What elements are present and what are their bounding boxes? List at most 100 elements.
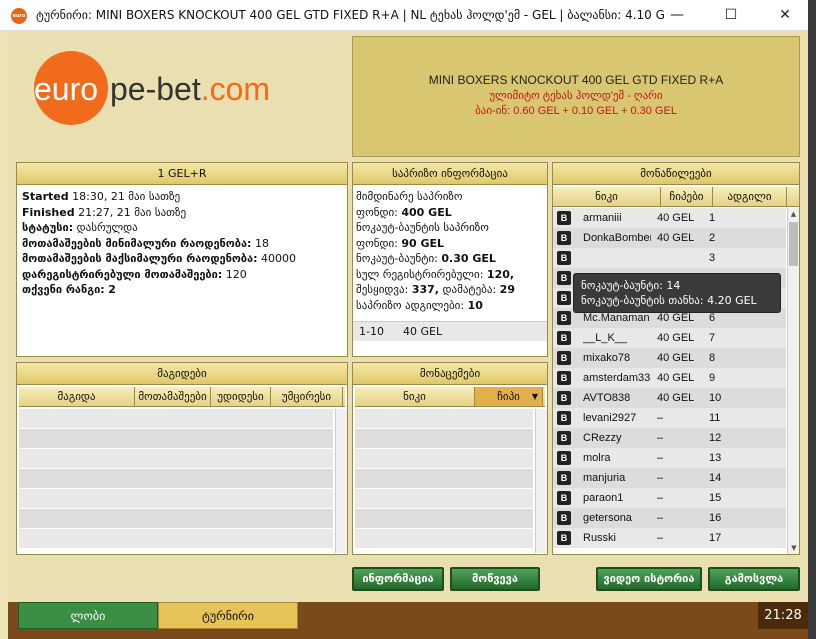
player-place: 17 — [709, 532, 722, 544]
close-button[interactable]: ✕ — [762, 0, 808, 31]
col-table-header[interactable]: მაგიდა — [19, 387, 135, 406]
rebuys-value: 337, — [411, 283, 439, 296]
col-name-header[interactable]: ნიკი — [553, 187, 661, 206]
tab-tournament[interactable]: ტურნირი — [158, 602, 298, 629]
col-chips-header[interactable]: ჩიპები — [661, 187, 713, 206]
player-row[interactable]: Barmaniii 40 GEL 1 — [553, 208, 786, 228]
col-nick-header[interactable]: ნიკი — [355, 387, 475, 406]
player-chips: 40 GEL — [657, 392, 695, 404]
bounty-badge-icon[interactable]: B — [557, 251, 571, 265]
col-largest-header[interactable]: უდიდესი — [211, 387, 271, 406]
player-place: 6 — [709, 312, 716, 324]
paid-places-label: საპრიზო ადგილები: — [356, 298, 465, 312]
player-row[interactable]: B CRezzy – 12 — [553, 428, 786, 448]
bounty-badge-icon[interactable]: B — [557, 211, 571, 225]
col-smallest-header[interactable]: უმცირესი — [271, 387, 343, 406]
player-chips: – — [657, 512, 664, 524]
player-chips: 40 GEL — [657, 232, 695, 244]
exit-button[interactable]: გამოსვლა — [708, 567, 800, 591]
knockout-bounty-value: 0.30 GEL — [441, 252, 496, 265]
player-row[interactable]: Bamsterdam333 40 GEL 9 — [553, 368, 786, 388]
prize-range: 1-10 — [359, 325, 384, 338]
competitors-panel: მონაცემები ნიკი ჩიპი ▼ — [352, 362, 548, 555]
bounty-badge-icon[interactable]: B — [557, 291, 571, 305]
player-row[interactable]: B Russki – 17 — [553, 528, 786, 548]
bounty-badge-icon[interactable]: B — [557, 331, 571, 345]
tables-header: მაგიდა მოთამაშეები უდიდესი უმცირესი — [19, 387, 345, 407]
player-row[interactable]: B3 — [553, 248, 786, 268]
registered-label: დარეგისტრირებული მოთამაშეები: — [22, 267, 223, 281]
invite-button[interactable]: მოწვევა — [450, 567, 540, 591]
player-name: amsterdam333 — [583, 372, 651, 384]
knockout-fund-label: ნოკაუტ-ბაუნტის საპრიზო — [356, 221, 489, 234]
tab-lobby[interactable]: ლობი — [18, 602, 158, 629]
panel-title: მონაწილეები — [553, 163, 799, 185]
player-chips: 40 GEL — [657, 312, 695, 324]
col-place-header[interactable]: ადგილი — [713, 187, 787, 206]
bounty-badge-icon[interactable]: B — [557, 431, 571, 445]
player-row[interactable]: Bmolra – 13 — [553, 448, 786, 468]
player-place: 16 — [709, 512, 722, 524]
players-scrollbar[interactable]: ▲ ▼ — [787, 208, 799, 554]
logo-brand-text: pe-bet.com — [110, 71, 270, 108]
bounty-badge-icon[interactable]: B — [557, 351, 571, 365]
bounty-badge-icon[interactable]: B — [557, 491, 571, 505]
player-name: __L_K__ — [583, 332, 628, 344]
player-name: Mc.Manaman — [583, 312, 650, 324]
rebuys-label: შესყიდვა: — [356, 283, 409, 296]
player-place: 12 — [709, 432, 722, 444]
player-row[interactable]: Bmanjuria – 14 — [553, 468, 786, 488]
bounty-badge-icon[interactable]: B — [557, 391, 571, 405]
tooltip-bounty-count: ნოკაუტ-ბაუნტი: 14 — [581, 279, 681, 292]
scroll-up-icon[interactable]: ▲ — [788, 208, 799, 220]
col-chip-label: ჩიპი — [497, 390, 520, 403]
logo-domain: .com — [200, 71, 271, 107]
player-row[interactable]: Bgetersona – 16 — [553, 508, 786, 528]
player-row[interactable]: Bmixako78 40 GEL 8 — [553, 348, 786, 368]
panel-title: 1 GEL+R — [17, 163, 347, 185]
player-chips: – — [657, 412, 664, 424]
player-row[interactable]: Blevani2927 – 11 — [553, 408, 786, 428]
prize-info-panel: საპრიზო ინფორმაცია მიმდინარე საპრიზო ფონ… — [352, 162, 548, 357]
player-chips: 40 GEL — [657, 212, 695, 224]
bounty-badge-icon[interactable]: B — [557, 471, 571, 485]
bounty-badge-icon[interactable]: B — [557, 271, 571, 285]
competitors-grid — [355, 409, 533, 553]
player-name: Russki — [583, 532, 617, 544]
player-row[interactable]: B __L_K__ 40 GEL 7 — [553, 328, 786, 348]
bounty-badge-icon[interactable]: B — [557, 231, 571, 245]
scroll-down-icon[interactable]: ▼ — [788, 542, 800, 554]
tournament-game: ულიმიტო ტეხას ჰოლდ'ემ - ღარი — [489, 90, 663, 102]
tournament-content: euro pe-bet.com MINI BOXERS KNOCKOUT 400… — [8, 31, 808, 639]
tournament-window: euro ტურნირი: MINI BOXERS KNOCKOUT 400 G… — [0, 0, 808, 639]
player-row[interactable]: B AVTO838 40 GEL 10 — [553, 388, 786, 408]
player-name: getersona — [583, 512, 632, 524]
bounty-badge-icon[interactable]: B — [557, 511, 571, 525]
player-place: 10 — [709, 392, 722, 404]
paid-places-value: 10 — [467, 298, 483, 312]
bounty-badge-icon[interactable]: B — [557, 451, 571, 465]
info-button[interactable]: ინფორმაცია — [352, 567, 444, 591]
player-row[interactable]: B DonkaBomber 40 GEL 2 — [553, 228, 786, 248]
tooltip-bounty-amount: ნოკაუტ-ბაუნტის თანხა: 4.20 GEL — [581, 294, 757, 307]
desktop-edge — [808, 0, 816, 639]
video-history-button[interactable]: ვიდეო ისტორია — [596, 567, 702, 591]
player-row[interactable]: Bparaon1 – 15 — [553, 488, 786, 508]
bounty-badge-icon[interactable]: B — [557, 531, 571, 545]
col-chip-header[interactable]: ჩიპი ▼ — [475, 387, 543, 406]
tournament-buyin: ბაი-ინ: 0.60 GEL + 0.10 GEL + 0.30 GEL — [475, 105, 677, 117]
title-bar: euro ტურნირი: MINI BOXERS KNOCKOUT 400 G… — [0, 0, 808, 31]
max-players-value: 40000 — [261, 252, 296, 265]
bounty-badge-icon[interactable]: B — [557, 311, 571, 325]
maximize-button[interactable]: ☐ — [708, 0, 754, 31]
minimize-button[interactable]: — — [654, 0, 700, 31]
bounty-badge-icon[interactable]: B — [557, 371, 571, 385]
col-players-header[interactable]: მოთამაშეები — [135, 387, 211, 406]
panel-title: მონაცემები — [353, 363, 547, 385]
scroll-thumb[interactable] — [789, 222, 798, 266]
prize-row: 1-10 40 GEL — [353, 321, 547, 341]
competitors-header: ნიკი ჩიპი ▼ — [355, 387, 545, 407]
tables-scrollbar[interactable] — [335, 409, 347, 553]
bounty-badge-icon[interactable]: B — [557, 411, 571, 425]
competitors-scrollbar[interactable] — [535, 409, 547, 553]
